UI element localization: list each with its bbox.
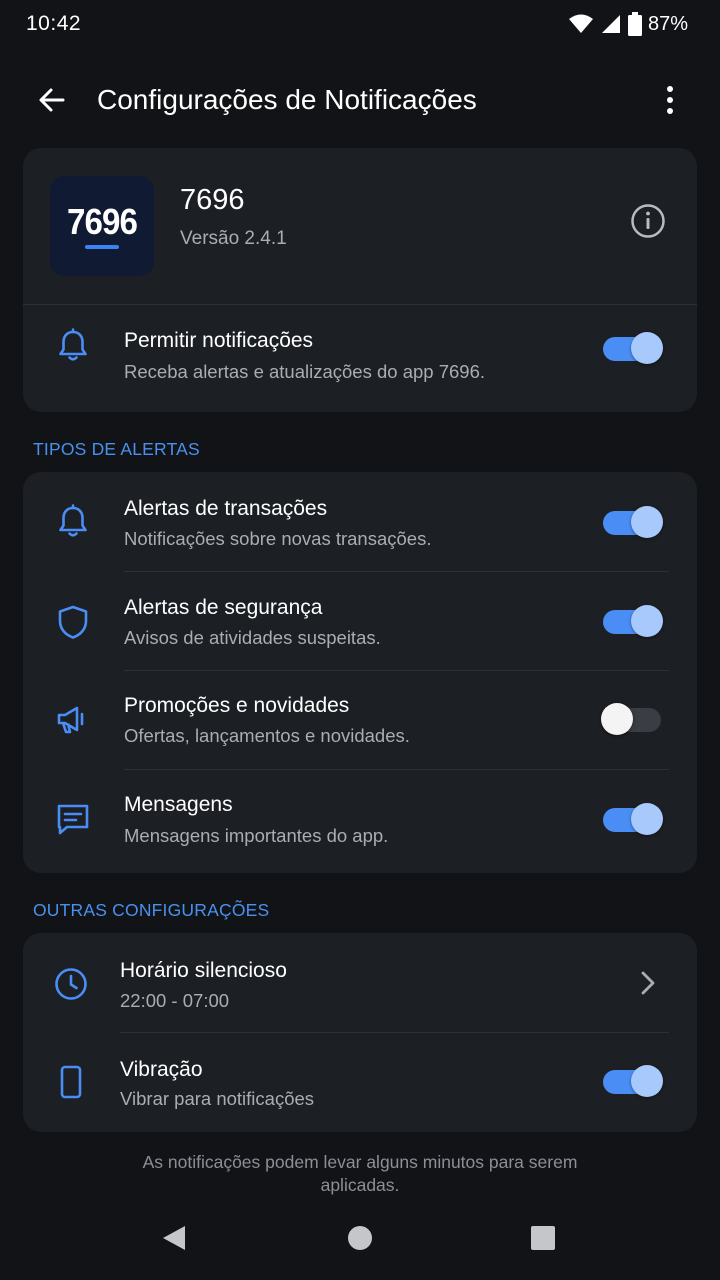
message-icon xyxy=(53,799,93,839)
allow-notifications-toggle[interactable] xyxy=(601,330,663,366)
page-title: Configurações de Notificações xyxy=(97,84,477,115)
bell-icon xyxy=(53,326,93,366)
section-label-alert-types: TIPOS DE ALERTAS xyxy=(33,439,200,459)
system-nav-bar xyxy=(0,1208,720,1272)
footer-note: As notificações podem levar alguns minut… xyxy=(142,1152,578,1195)
vibration-row[interactable]: Vibração Vibrar para notificações xyxy=(23,1033,697,1132)
status-icons: 87% xyxy=(568,12,688,36)
app-name: 7696 xyxy=(180,184,245,216)
app-bar: Configurações de Notificações xyxy=(0,64,720,140)
security-toggle[interactable] xyxy=(601,603,663,639)
toggle-thumb xyxy=(601,703,633,735)
transactions-toggle[interactable] xyxy=(601,504,663,540)
battery-icon xyxy=(627,12,642,36)
alert-row-messages[interactable]: Mensagens Mensagens importantes do app. xyxy=(23,770,697,873)
circle-home-icon xyxy=(347,1225,373,1256)
clock-icon xyxy=(51,964,91,1004)
square-recents-icon xyxy=(530,1225,556,1256)
toggle-thumb xyxy=(631,506,663,538)
row-subtitle: Notificações sobre novas transações. xyxy=(124,528,432,549)
nav-recents-button[interactable] xyxy=(521,1218,565,1262)
signal-icon xyxy=(600,13,622,35)
triangle-back-icon xyxy=(161,1224,187,1257)
app-logo-underline xyxy=(85,245,119,249)
back-button[interactable] xyxy=(30,80,74,124)
shield-icon xyxy=(53,602,93,642)
row-title: Promoções e novidades xyxy=(124,694,350,717)
section-label-other-settings: OUTRAS CONFIGURAÇÕES xyxy=(33,900,270,920)
vibration-toggle[interactable] xyxy=(601,1063,663,1099)
toggle-thumb xyxy=(631,332,663,364)
app-header: 7696 7696 Versão 2.4.1 xyxy=(23,148,697,305)
alert-row-promotions[interactable]: Promoções e novidades Ofertas, lançament… xyxy=(23,671,697,770)
more-vert-icon xyxy=(665,85,675,120)
quiet-hours-row[interactable]: Horário silencioso 22:00 - 07:00 xyxy=(23,933,697,1033)
alert-row-security[interactable]: Alertas de segurança Avisos de atividade… xyxy=(23,572,697,671)
info-icon xyxy=(630,203,666,244)
status-time: 10:42 xyxy=(26,12,82,35)
row-title: Alertas de transações xyxy=(124,497,328,520)
row-subtitle: Mensagens importantes do app. xyxy=(124,825,389,846)
row-subtitle: Receba alertas e atualizações do app 769… xyxy=(124,361,486,382)
megaphone-icon xyxy=(53,700,93,740)
app-logo: 7696 xyxy=(50,176,154,276)
status-bar: 10:42 87% xyxy=(0,0,720,48)
chevron-right-icon xyxy=(633,963,663,1003)
row-title: Horário silencioso xyxy=(120,959,287,982)
row-title: Alertas de segurança xyxy=(124,596,323,619)
wifi-icon xyxy=(568,13,594,35)
row-title: Permitir notificações xyxy=(124,329,314,352)
other-settings-card: Horário silencioso 22:00 - 07:00 Vibraçã… xyxy=(23,933,697,1132)
arrow-left-icon xyxy=(37,85,67,120)
battery-percent: 87% xyxy=(647,12,688,35)
app-card: 7696 7696 Versão 2.4.1 Permitir notifica… xyxy=(23,148,697,412)
quiet-hours-value: 22:00 - 07:00 xyxy=(120,990,230,1011)
row-subtitle: Avisos de atividades suspeitas. xyxy=(124,627,381,648)
more-options-button[interactable] xyxy=(648,80,692,124)
toggle-thumb xyxy=(631,1065,663,1097)
phone-icon xyxy=(51,1062,91,1102)
alert-row-transactions[interactable]: Alertas de transações Notificações sobre… xyxy=(23,472,697,572)
app-logo-text: 7696 xyxy=(66,201,138,242)
row-subtitle: Vibrar para notificações xyxy=(120,1088,315,1109)
info-button[interactable] xyxy=(627,202,669,244)
nav-back-button[interactable] xyxy=(152,1218,196,1262)
promotions-toggle[interactable] xyxy=(601,701,663,737)
row-subtitle: Ofertas, lançamentos e novidades. xyxy=(124,725,410,746)
app-version: Versão 2.4.1 xyxy=(180,228,287,249)
messages-toggle[interactable] xyxy=(601,801,663,837)
bell-icon xyxy=(53,502,93,542)
allow-notifications-row[interactable]: Permitir notificações Receba alertas e a… xyxy=(23,305,697,412)
row-title: Vibração xyxy=(120,1058,203,1081)
alert-types-card: Alertas de transações Notificações sobre… xyxy=(23,472,697,873)
toggle-thumb xyxy=(631,803,663,835)
nav-home-button[interactable] xyxy=(338,1218,382,1262)
toggle-thumb xyxy=(631,605,663,637)
row-title: Mensagens xyxy=(124,793,233,816)
